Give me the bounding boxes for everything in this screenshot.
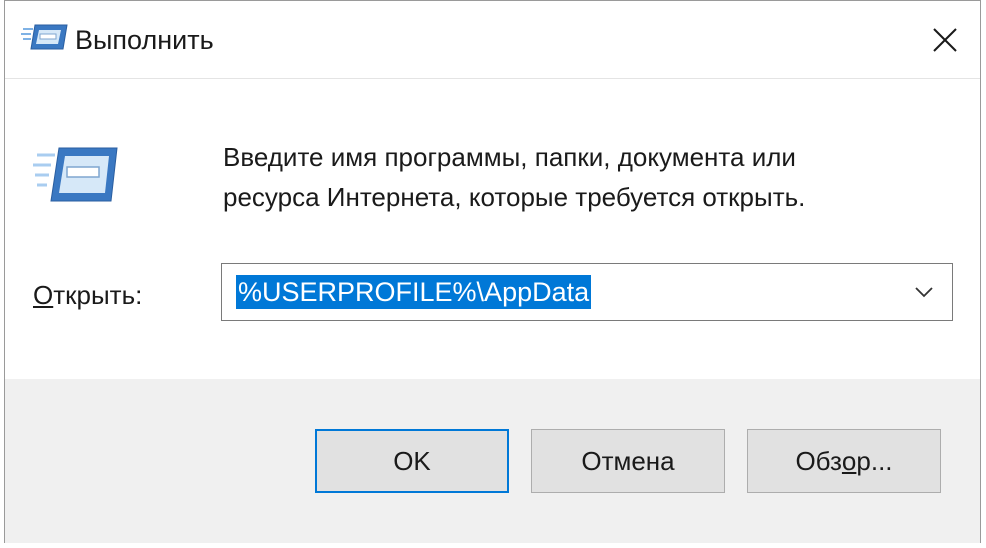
title-bar: Выполнить [5, 1, 980, 79]
browse-label-accesskey: о [841, 445, 857, 476]
close-button[interactable] [910, 1, 980, 79]
dialog-description: Введите имя программы, папки, документа … [223, 137, 923, 217]
open-combobox-value[interactable]: %USERPROFILE%\AppData [236, 275, 592, 309]
run-dialog-window: Выполнить Введите имя программы, папки, … [4, 0, 981, 543]
button-bar: OK Отмена Обз о р... [5, 379, 980, 543]
run-program-icon [33, 145, 119, 205]
browse-button[interactable]: Обз о р... [747, 429, 941, 493]
run-dialog-icon [21, 23, 69, 51]
description-line-1: Введите имя программы, папки, документа … [223, 142, 796, 172]
close-icon [933, 28, 957, 52]
open-label-text: ткрыть: [53, 280, 143, 310]
window-title: Выполнить [75, 25, 214, 55]
dialog-content: Введите имя программы, папки, документа … [5, 79, 980, 379]
description-line-2: ресурса Интернета, которые требуется отк… [223, 182, 806, 212]
combobox-dropdown-button[interactable] [902, 270, 946, 314]
open-combobox[interactable]: %USERPROFILE%\AppData [221, 263, 953, 321]
browse-label-end: р... [856, 445, 893, 476]
chevron-down-icon [915, 287, 933, 298]
open-label: Открыть: [33, 277, 142, 313]
ok-button[interactable]: OK [315, 429, 509, 493]
open-label-accesskey: О [33, 280, 54, 310]
cancel-button[interactable]: Отмена [531, 429, 725, 493]
browse-label-start: Обз [795, 445, 842, 476]
